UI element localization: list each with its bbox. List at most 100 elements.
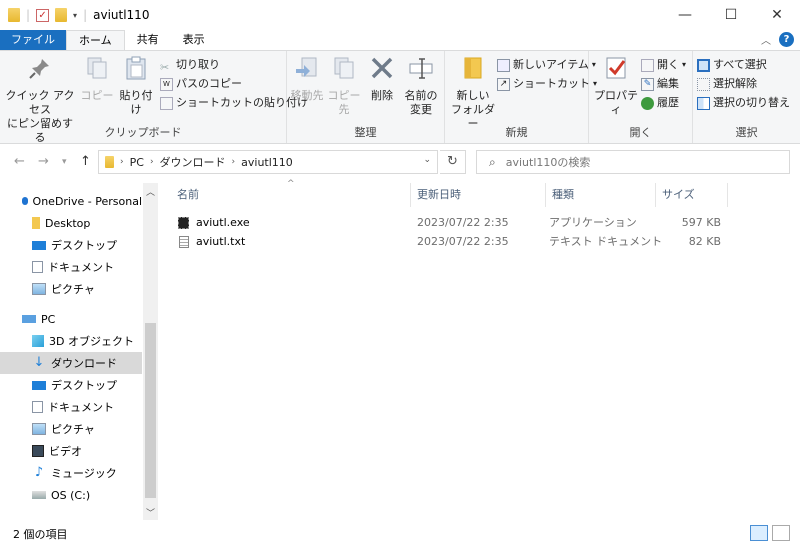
nav-label: ピクチャ bbox=[51, 423, 95, 436]
nav-item-videos[interactable]: ビデオ bbox=[0, 440, 142, 462]
tab-file[interactable]: ファイル bbox=[0, 30, 66, 50]
address-dropdown-icon[interactable]: ⌄ bbox=[423, 155, 431, 165]
new-folder-icon[interactable] bbox=[55, 8, 68, 22]
nav-item-pictures[interactable]: ピクチャ bbox=[0, 278, 142, 300]
back-arrow-icon[interactable]: ← bbox=[14, 154, 25, 169]
properties-button[interactable]: プロパティ bbox=[593, 55, 639, 117]
search-input[interactable]: ⌕ aviutl110の検索 bbox=[476, 150, 790, 174]
address-bar[interactable]: › PC › ダウンロード › aviutl110 ⌄ bbox=[98, 150, 438, 174]
refresh-icon: ↻ bbox=[447, 154, 458, 169]
collapse-ribbon-icon[interactable]: ︿ bbox=[761, 32, 771, 47]
help-icon[interactable]: ? bbox=[779, 32, 794, 47]
copy-to-button[interactable]: コピー先 bbox=[325, 55, 363, 117]
details-view-icon[interactable] bbox=[750, 525, 768, 541]
nav-item-onedrive[interactable]: OneDrive - Personal bbox=[0, 190, 142, 212]
nav-item-3d-objects[interactable]: 3D オブジェクト bbox=[0, 330, 142, 352]
navigation-row: ← → ▾ ↑ › PC › ダウンロード › aviutl110 ⌄ ↻ ⌕ … bbox=[0, 145, 800, 179]
open-icon bbox=[641, 58, 654, 72]
up-arrow-icon[interactable]: ↑ bbox=[80, 154, 91, 169]
quick-access-toolbar: | ✓ ▾ | bbox=[0, 8, 87, 22]
tab-share[interactable]: 共有 bbox=[125, 30, 171, 50]
nav-item-os-drive[interactable]: OS (C:) bbox=[0, 484, 142, 506]
scroll-down-icon[interactable]: ﹀ bbox=[146, 506, 155, 519]
paste-shortcut-button[interactable]: ショートカットの貼り付け bbox=[160, 94, 308, 112]
chevron-right-icon[interactable]: › bbox=[120, 157, 124, 167]
search-placeholder: aviutl110の検索 bbox=[505, 156, 591, 169]
cloud-icon bbox=[22, 197, 28, 205]
table-row[interactable]: aviutl.exe 2023/07/22 2:35 アプリケーション 597 … bbox=[160, 213, 800, 233]
select-all-button[interactable]: すべて選択 bbox=[697, 56, 767, 74]
shortcut-button[interactable]: ↗ ショートカット ▾ bbox=[497, 75, 597, 93]
breadcrumb-downloads[interactable]: ダウンロード bbox=[160, 154, 226, 170]
new-item-icon bbox=[497, 58, 510, 72]
forward-arrow-icon[interactable]: → bbox=[38, 154, 49, 169]
column-divider[interactable] bbox=[727, 183, 728, 207]
separator: | bbox=[26, 8, 31, 22]
nav-label: OneDrive - Personal bbox=[32, 194, 142, 208]
new-item-button[interactable]: 新しいアイテム ▾ bbox=[497, 56, 596, 74]
copy-button[interactable]: コピー bbox=[80, 55, 114, 103]
invert-selection-button[interactable]: 選択の切り替え bbox=[697, 94, 790, 112]
scroll-up-icon[interactable]: ︿ bbox=[146, 185, 155, 198]
refresh-button[interactable]: ↻ bbox=[440, 150, 466, 174]
open-group: プロパティ 開く ▾ ✎ 編集 履歴 開く bbox=[589, 51, 693, 143]
nav-item-music[interactable]: ♪ ミュージック bbox=[0, 462, 142, 484]
column-header-type[interactable]: 種類 bbox=[545, 183, 655, 207]
open-label: 開く bbox=[657, 58, 679, 71]
folder-icon bbox=[8, 8, 20, 22]
shortcut-icon: ↗ bbox=[497, 77, 510, 91]
maximize-button[interactable]: ☐ bbox=[708, 0, 754, 30]
select-none-button[interactable]: 選択解除 bbox=[697, 75, 757, 93]
window-controls: — ☐ ✕ bbox=[662, 0, 800, 30]
customize-dropdown-icon[interactable]: ▾ bbox=[73, 11, 77, 20]
new-folder-button[interactable]: 新しい フォルダー bbox=[449, 55, 497, 131]
text-file-icon bbox=[179, 236, 189, 248]
close-button[interactable]: ✕ bbox=[754, 0, 800, 30]
open-button[interactable]: 開く ▾ bbox=[641, 56, 686, 74]
recent-locations-chevron-icon[interactable]: ▾ bbox=[62, 157, 67, 167]
scissors-icon: ✂ bbox=[160, 60, 170, 74]
nav-item-pc[interactable]: PC bbox=[0, 308, 142, 330]
invert-selection-icon bbox=[697, 96, 710, 110]
move-to-button[interactable]: 移動先 bbox=[289, 55, 325, 103]
chevron-right-icon[interactable]: › bbox=[150, 157, 154, 167]
nav-label: ダウンロード bbox=[51, 357, 117, 370]
paste-button[interactable]: 貼り付け bbox=[116, 55, 156, 117]
column-header-name[interactable]: 名前 bbox=[170, 183, 410, 207]
nav-item-desktop-jp[interactable]: デスクトップ bbox=[0, 234, 142, 256]
dropdown-arrow-icon: ▾ bbox=[682, 60, 687, 69]
cut-button[interactable]: ✂ 切り取り bbox=[160, 56, 220, 74]
breadcrumb-pc[interactable]: PC bbox=[130, 156, 144, 169]
breadcrumb-aviutl110[interactable]: aviutl110 bbox=[241, 156, 293, 169]
copy-path-button[interactable]: W パスのコピー bbox=[160, 75, 242, 93]
scrollbar-thumb[interactable] bbox=[145, 323, 156, 498]
edit-button[interactable]: ✎ 編集 bbox=[641, 75, 679, 93]
chevron-right-icon[interactable]: › bbox=[232, 157, 236, 167]
pc-icon bbox=[22, 315, 36, 323]
delete-button[interactable]: 削除 bbox=[367, 55, 397, 103]
nav-item-pictures-pc[interactable]: ピクチャ bbox=[0, 418, 142, 440]
nav-item-downloads[interactable]: ↓ ダウンロード bbox=[0, 352, 142, 374]
large-icons-view-icon[interactable] bbox=[772, 525, 790, 541]
rename-icon bbox=[409, 58, 433, 79]
column-header-size[interactable]: サイズ bbox=[655, 183, 727, 207]
tab-view[interactable]: 表示 bbox=[171, 30, 217, 50]
minimize-button[interactable]: — bbox=[662, 0, 708, 30]
nav-scrollbar[interactable]: ︿ ﹀ bbox=[143, 183, 158, 520]
copy-to-icon bbox=[334, 57, 354, 79]
file-list: ^ 名前 更新日時 種類 サイズ aviutl.exe 2023/07/22 2… bbox=[160, 179, 800, 520]
nav-item-documents-pc[interactable]: ドキュメント bbox=[0, 396, 142, 418]
column-header-modified[interactable]: 更新日時 bbox=[410, 183, 545, 207]
properties-label: プロパティ bbox=[594, 89, 638, 116]
history-button[interactable]: 履歴 bbox=[641, 94, 679, 112]
cube-icon bbox=[32, 335, 44, 347]
search-icon: ⌕ bbox=[489, 154, 496, 169]
properties-check-icon[interactable]: ✓ bbox=[36, 8, 50, 22]
rename-button[interactable]: 名前の 変更 bbox=[401, 55, 441, 117]
nav-item-desktop-onedrive[interactable]: Desktop bbox=[0, 212, 142, 234]
nav-item-desktop-pc[interactable]: デスクトップ bbox=[0, 374, 142, 396]
tab-home[interactable]: ホーム bbox=[66, 30, 125, 50]
navigation-pane: OneDrive - Personal Desktop デスクトップ ドキュメン… bbox=[0, 183, 158, 520]
nav-item-documents[interactable]: ドキュメント bbox=[0, 256, 142, 278]
table-row[interactable]: aviutl.txt 2023/07/22 2:35 テキスト ドキュメント 8… bbox=[160, 232, 800, 252]
